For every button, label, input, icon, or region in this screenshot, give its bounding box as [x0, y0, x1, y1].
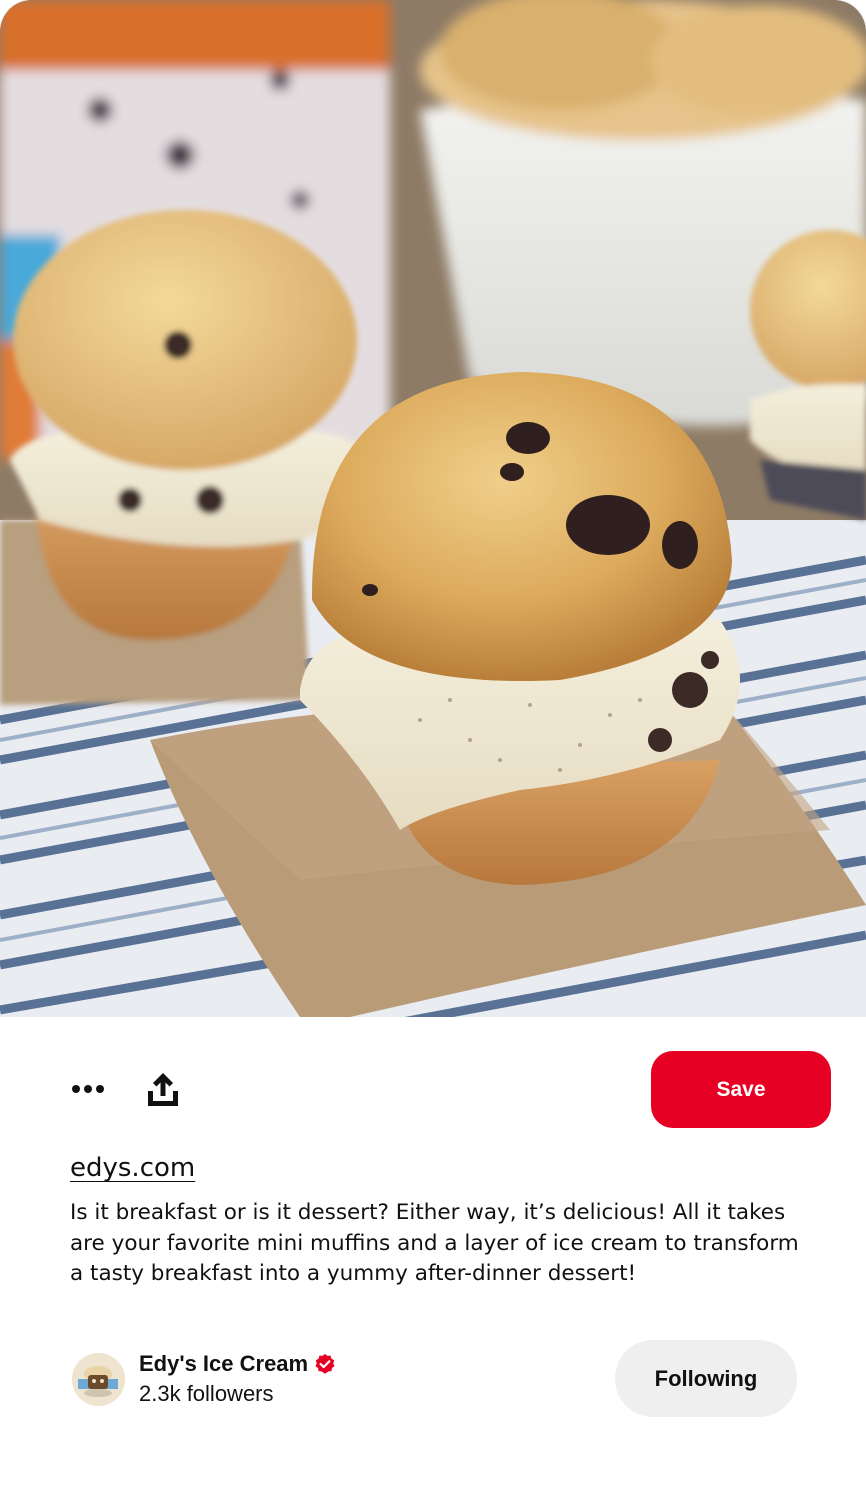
creator-name[interactable]: Edy's Ice Cream	[139, 1351, 308, 1377]
muffin-photo-illustration	[0, 0, 866, 1017]
pin-closeup-card: Save edys.com Is it breakfast or is it d…	[0, 0, 866, 1498]
following-button[interactable]: Following	[615, 1340, 797, 1417]
verified-check-icon	[315, 1353, 335, 1374]
more-options-button[interactable]	[62, 1065, 114, 1113]
more-horizontal-icon	[72, 1085, 104, 1093]
creator-name-row: Edy's Ice Cream	[139, 1351, 336, 1377]
pin-image[interactable]	[0, 0, 866, 1017]
follower-count: 2.3k followers	[139, 1381, 274, 1406]
creator-avatar[interactable]	[72, 1353, 125, 1406]
save-button[interactable]: Save	[651, 1051, 831, 1128]
share-upload-icon	[148, 1073, 178, 1106]
share-button[interactable]	[138, 1064, 188, 1114]
pin-description: Is it breakfast or is it dessert? Either…	[70, 1200, 799, 1286]
source-link[interactable]: edys.com	[70, 1153, 195, 1183]
creator-avatar-image	[72, 1353, 125, 1406]
